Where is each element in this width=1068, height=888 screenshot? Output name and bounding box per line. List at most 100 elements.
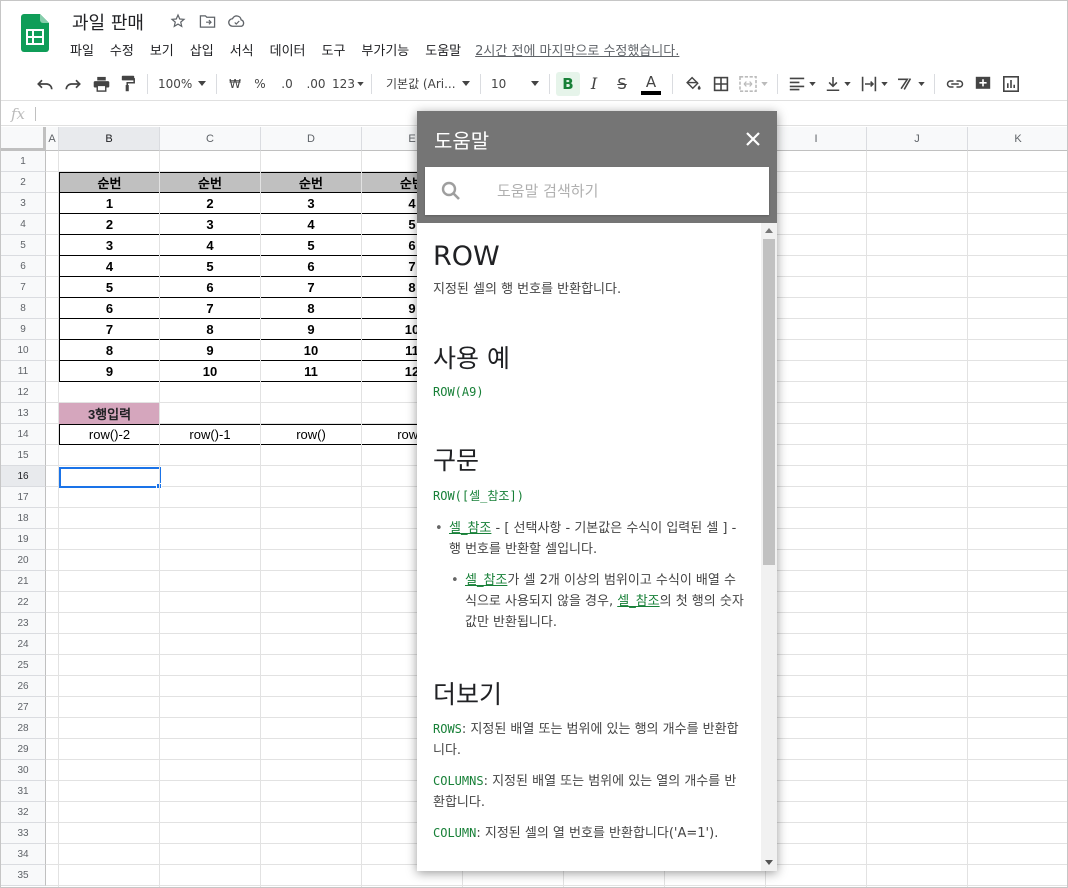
star-icon[interactable]: [169, 12, 187, 30]
table-cell[interactable]: 3: [160, 214, 261, 235]
menu-view[interactable]: 보기: [142, 40, 182, 59]
table-header-cell[interactable]: 순번: [59, 172, 160, 193]
merge-cells-icon[interactable]: [735, 72, 771, 96]
row-header-19[interactable]: 19: [1, 529, 46, 550]
print-icon[interactable]: [87, 72, 115, 96]
table-cell[interactable]: 8: [59, 340, 160, 361]
help-search-input[interactable]: [497, 182, 747, 200]
argument-link[interactable]: 셀_참조: [449, 521, 491, 536]
more-formats-button[interactable]: 123: [331, 72, 365, 96]
row-header-20[interactable]: 20: [1, 550, 46, 571]
active-cell[interactable]: [59, 467, 161, 488]
increase-decimal-button[interactable]: .00: [301, 72, 331, 96]
row-header-9[interactable]: 9: [1, 319, 46, 340]
row-header-3[interactable]: 3: [1, 193, 46, 214]
redo-icon[interactable]: [59, 72, 87, 96]
row-header-11[interactable]: 11: [1, 361, 46, 382]
table-cell[interactable]: 6: [160, 277, 261, 298]
column-header-b[interactable]: B: [59, 127, 160, 151]
table-cell[interactable]: 2: [59, 214, 160, 235]
row-header-26[interactable]: 26: [1, 676, 46, 697]
table-cell[interactable]: 5: [59, 277, 160, 298]
see-also-link[interactable]: COLUMN: [433, 826, 476, 840]
document-title[interactable]: 과일 판매: [72, 9, 144, 35]
insert-link-icon[interactable]: [941, 72, 969, 96]
table-cell[interactable]: 6: [261, 256, 362, 277]
column-header-d[interactable]: D: [261, 127, 362, 151]
see-also-link[interactable]: COLUMNS: [433, 774, 484, 788]
row-header-21[interactable]: 21: [1, 571, 46, 592]
table-cell[interactable]: 7: [160, 298, 261, 319]
row-header-31[interactable]: 31: [1, 781, 46, 802]
close-icon[interactable]: [741, 127, 765, 151]
table-cell[interactable]: 8: [160, 319, 261, 340]
table-cell[interactable]: 4: [261, 214, 362, 235]
row-header-6[interactable]: 6: [1, 256, 46, 277]
undo-icon[interactable]: [31, 72, 59, 96]
vertical-align-bottom-icon[interactable]: [820, 72, 856, 96]
table-cell[interactable]: 5: [261, 235, 362, 256]
italic-button[interactable]: I: [580, 72, 608, 96]
table-cell[interactable]: 7: [261, 277, 362, 298]
row-header-14[interactable]: 14: [1, 424, 46, 445]
insert-comment-icon[interactable]: [969, 72, 997, 96]
scroll-up-icon[interactable]: [765, 228, 773, 233]
sheets-logo-icon[interactable]: [21, 14, 49, 52]
select-all-corner[interactable]: [1, 127, 46, 151]
see-also-link[interactable]: ROWS: [433, 722, 462, 736]
row-header-7[interactable]: 7: [1, 277, 46, 298]
font-size-select[interactable]: 10: [487, 72, 543, 96]
row-header-33[interactable]: 33: [1, 823, 46, 844]
menu-file[interactable]: 파일: [62, 40, 102, 59]
column-header-c[interactable]: C: [160, 127, 261, 151]
input-label-cell[interactable]: 3행입력: [59, 403, 160, 424]
scroll-down-icon[interactable]: [765, 860, 773, 865]
table-cell[interactable]: 3: [261, 193, 362, 214]
zoom-select[interactable]: 100%: [154, 72, 210, 96]
table-cell[interactable]: 9: [261, 319, 362, 340]
table-cell[interactable]: 10: [160, 361, 261, 382]
menu-help[interactable]: 도움말: [417, 40, 469, 59]
row-header-12[interactable]: 12: [1, 382, 46, 403]
row-header-4[interactable]: 4: [1, 214, 46, 235]
menu-data[interactable]: 데이터: [262, 40, 314, 59]
row-header-17[interactable]: 17: [1, 487, 46, 508]
menu-tools[interactable]: 도구: [314, 40, 354, 59]
text-wrap-icon[interactable]: [856, 72, 892, 96]
row-header-29[interactable]: 29: [1, 739, 46, 760]
percent-format-button[interactable]: %: [247, 72, 273, 96]
decrease-decimal-button[interactable]: .0: [273, 72, 301, 96]
table-cell[interactable]: 11: [261, 361, 362, 382]
insert-chart-icon[interactable]: [997, 72, 1025, 96]
move-folder-icon[interactable]: [198, 12, 216, 30]
table-header-cell[interactable]: 순번: [160, 172, 261, 193]
row-header-25[interactable]: 25: [1, 655, 46, 676]
bold-button[interactable]: B: [556, 71, 580, 96]
table-cell[interactable]: 5: [160, 256, 261, 277]
row-header-30[interactable]: 30: [1, 760, 46, 781]
help-scrollbar[interactable]: [761, 223, 777, 871]
row-header-16[interactable]: 16: [1, 466, 46, 487]
table-cell[interactable]: 1: [59, 193, 160, 214]
row-header-27[interactable]: 27: [1, 697, 46, 718]
menu-addons[interactable]: 부가기능: [353, 40, 417, 59]
argument-link[interactable]: 셀_참조: [465, 573, 507, 588]
row-header-5[interactable]: 5: [1, 235, 46, 256]
table-cell[interactable]: 2: [160, 193, 261, 214]
row-header-2[interactable]: 2: [1, 172, 46, 193]
strikethrough-button[interactable]: S: [608, 72, 636, 96]
row-header-13[interactable]: 13: [1, 403, 46, 424]
row-header-10[interactable]: 10: [1, 340, 46, 361]
row-header-8[interactable]: 8: [1, 298, 46, 319]
table-cell[interactable]: 7: [59, 319, 160, 340]
column-header-a[interactable]: A: [46, 127, 59, 151]
formula-cell[interactable]: row(): [261, 424, 362, 445]
column-header-i[interactable]: I: [766, 127, 867, 151]
text-rotation-icon[interactable]: [892, 72, 928, 96]
menu-insert[interactable]: 삽입: [182, 40, 222, 59]
menu-format[interactable]: 서식: [222, 40, 262, 59]
row-header-18[interactable]: 18: [1, 508, 46, 529]
paint-format-icon[interactable]: [115, 72, 141, 96]
table-cell[interactable]: 9: [160, 340, 261, 361]
table-cell[interactable]: 6: [59, 298, 160, 319]
